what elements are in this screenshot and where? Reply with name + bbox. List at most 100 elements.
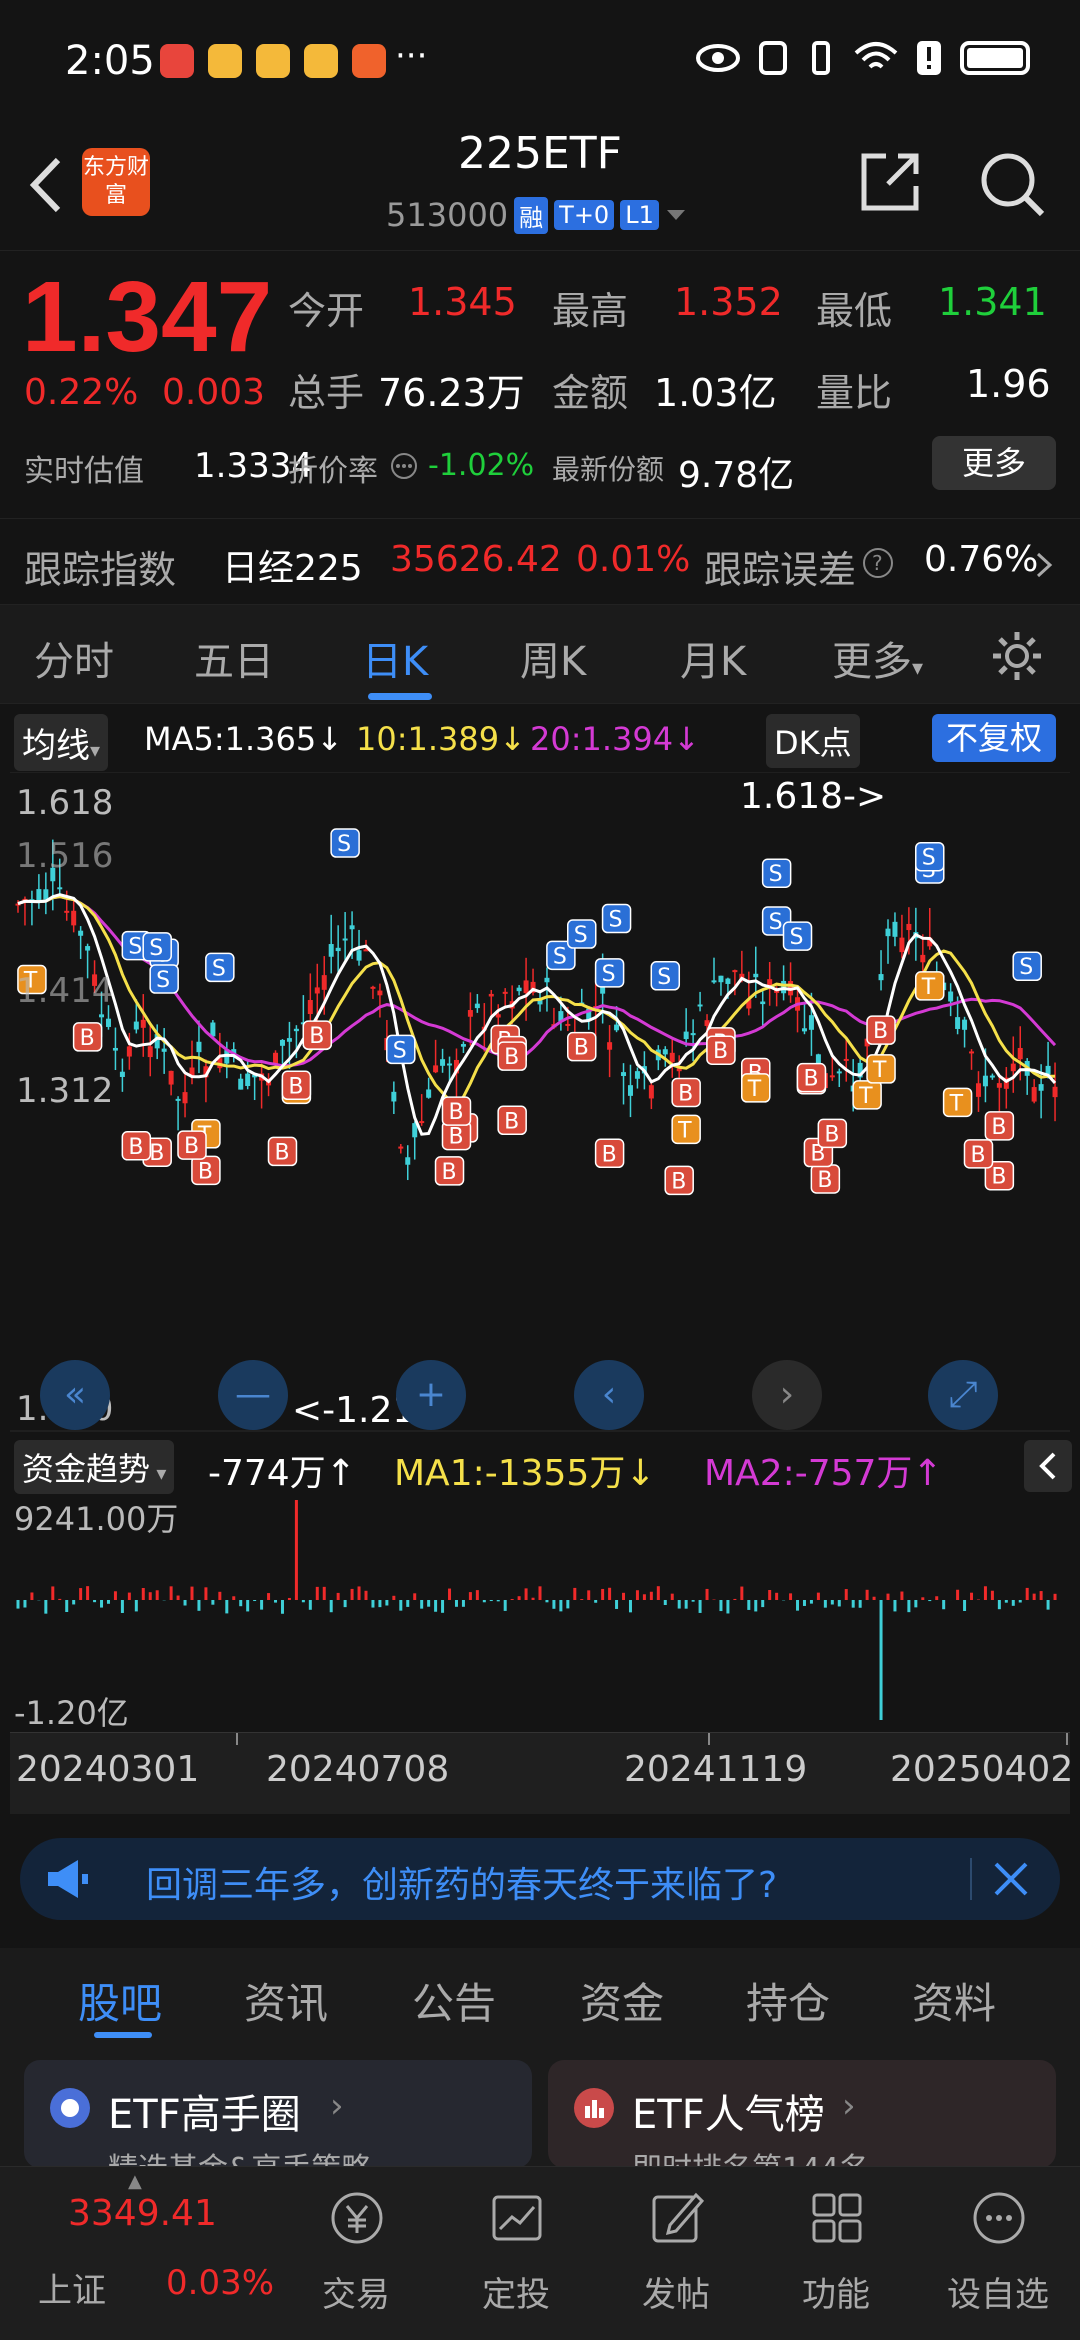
candle-body — [669, 1052, 675, 1063]
circle-logo-icon — [50, 2088, 90, 2128]
candle-body — [196, 1041, 202, 1053]
candle-body — [621, 1072, 627, 1076]
candle-body — [836, 1071, 842, 1074]
candle-body — [634, 1071, 640, 1079]
marker-letter: S — [574, 923, 588, 948]
candle-body — [996, 1083, 1002, 1088]
ma20-value: 20:1.394↓ — [530, 720, 700, 758]
marker-letter: B — [309, 1024, 324, 1049]
level1-tag: L1 — [620, 200, 659, 230]
ma-selector-label: 均线 — [22, 726, 90, 766]
eye-icon — [696, 44, 740, 72]
candle-body — [1017, 1047, 1023, 1060]
candle-body — [43, 889, 49, 900]
candle-body — [885, 928, 891, 937]
card-subtitle: 即时排名第144名 — [632, 2144, 869, 2168]
change-amount: 0.003 — [162, 372, 266, 413]
zoom-out-button[interactable]: — — [218, 1360, 288, 1430]
tab-five-day[interactable]: 五日 — [194, 629, 274, 687]
candle-body — [391, 1091, 397, 1102]
tracking-index-row[interactable]: 跟踪指数 日经225 35626.42 0.01% 跟踪误差 ? 0.76% — [0, 518, 1080, 604]
candle-body — [140, 1019, 146, 1028]
volume-value: 76.23万 — [378, 371, 525, 415]
candle-body — [989, 1075, 995, 1078]
index-pct[interactable]: 0.03% — [166, 2263, 274, 2303]
candle-body — [892, 921, 898, 937]
candle-body — [969, 1051, 975, 1054]
share-icon[interactable] — [858, 150, 922, 214]
candlestick-chart[interactable]: BSTSBBSTBSSBBBBSBTSSSBBBBBBBBBTBSBBBSSBB… — [10, 772, 1070, 1432]
weibo-icon — [256, 44, 290, 78]
nav-label: 定投 — [482, 2275, 550, 2315]
tab-monthly-k[interactable]: 月K — [680, 629, 746, 687]
candle-group — [15, 839, 1058, 1181]
candle-body — [760, 1001, 766, 1005]
candle-body — [99, 1014, 105, 1018]
tab-news[interactable]: 资讯 — [244, 1970, 328, 2031]
gear-icon[interactable] — [990, 629, 1044, 683]
index-name[interactable]: 上证 — [38, 2263, 106, 2312]
more-button[interactable]: 更多 — [932, 436, 1056, 490]
volume-ratio-value: 1.96 — [966, 362, 1051, 406]
tab-daily-k[interactable]: 日K — [362, 629, 428, 687]
triangle-down-icon: ▾ — [90, 738, 101, 762]
marker-letter: B — [970, 1143, 985, 1168]
zoom-in-button[interactable]: + — [396, 1360, 466, 1430]
news-headline[interactable]: 回调三年多，创新药的春天终于来临了? — [146, 1856, 777, 1908]
tab-announcements[interactable]: 公告 — [412, 1970, 496, 2031]
marker-letter: T — [677, 1118, 692, 1143]
candle-body — [523, 980, 529, 994]
date-tick — [708, 1733, 710, 1745]
zoom-out-left-button[interactable]: « — [40, 1360, 110, 1430]
scroll-left-button[interactable]: ‹ — [574, 1360, 644, 1430]
chevron-right-icon: › — [330, 2086, 344, 2126]
marker-letter: S — [769, 862, 783, 887]
marker-letter: S — [1019, 955, 1033, 980]
y-axis-label-2: 1.516 — [16, 836, 113, 876]
fund-flow-chart[interactable]: 9241.00万 -1.20亿 — [10, 1494, 1070, 1732]
wifi-icon — [854, 42, 898, 69]
dk-point-selector[interactable]: DK点 — [766, 714, 860, 768]
etf-expert-card[interactable]: ETF高手圈 › 精选基金&高手策略 — [24, 2060, 532, 2168]
candle-body — [753, 973, 759, 978]
candle-body — [1038, 1084, 1044, 1091]
moving-average-line — [17, 893, 1057, 1136]
fund-axis-bottom: -1.20亿 — [14, 1694, 129, 1732]
fullscreen-button[interactable]: ⤢ — [928, 1360, 998, 1430]
collapse-button[interactable] — [1024, 1440, 1072, 1492]
candle-body — [293, 1028, 299, 1032]
nav-label: 功能 — [802, 2275, 870, 2315]
scroll-right-button[interactable]: › — [752, 1360, 822, 1430]
triangle-down-icon: ▾ — [150, 1461, 167, 1485]
news-banner[interactable]: 回调三年多，创新药的春天终于来临了? — [20, 1838, 1060, 1920]
low-label: 最低 — [816, 289, 893, 333]
search-icon[interactable] — [978, 150, 1046, 218]
tab-intraday[interactable]: 分时 — [34, 629, 114, 687]
index-value[interactable]: 3349.41 — [68, 2193, 217, 2234]
candle-body — [460, 1044, 466, 1047]
candle-body — [279, 1039, 285, 1046]
candle-body — [370, 986, 376, 989]
fund-flow-value: -774万↑ — [208, 1453, 356, 1494]
adjust-toggle[interactable]: 不复权 — [932, 714, 1056, 762]
info-dots-icon[interactable] — [390, 452, 418, 480]
tab-forum[interactable]: 股吧 — [78, 1970, 162, 2031]
candle-body — [614, 1024, 620, 1031]
tab-profile[interactable]: 资料 — [912, 1970, 996, 2031]
etf-popularity-card[interactable]: ETF人气榜 › 即时排名第144名 — [548, 2060, 1056, 2168]
candle-body — [711, 980, 717, 983]
fund-code-row[interactable]: 513000 融 T+0 L1 — [386, 196, 687, 234]
tracking-index-name: 日经225 — [222, 548, 363, 589]
close-icon[interactable] — [992, 1860, 1030, 1898]
ma-selector[interactable]: 均线▾ — [14, 714, 109, 771]
tab-more[interactable]: 更多▾ — [832, 629, 923, 687]
tab-fund-flow[interactable]: 资金 — [580, 1970, 664, 2031]
fund-flow-selector[interactable]: 资金趋势 ▾ — [14, 1440, 175, 1494]
candle-body — [565, 1023, 571, 1026]
candle-body — [112, 1047, 118, 1051]
tab-weekly-k[interactable]: 周K — [520, 629, 586, 687]
promo-cards: ETF高手圈 › 精选基金&高手策略 ETF人气榜 › 即时排名第144名 — [0, 2048, 1080, 2168]
help-icon[interactable]: ? — [862, 547, 894, 579]
chevron-down-icon — [666, 210, 685, 220]
tab-holdings[interactable]: 持仓 — [746, 1970, 830, 2031]
